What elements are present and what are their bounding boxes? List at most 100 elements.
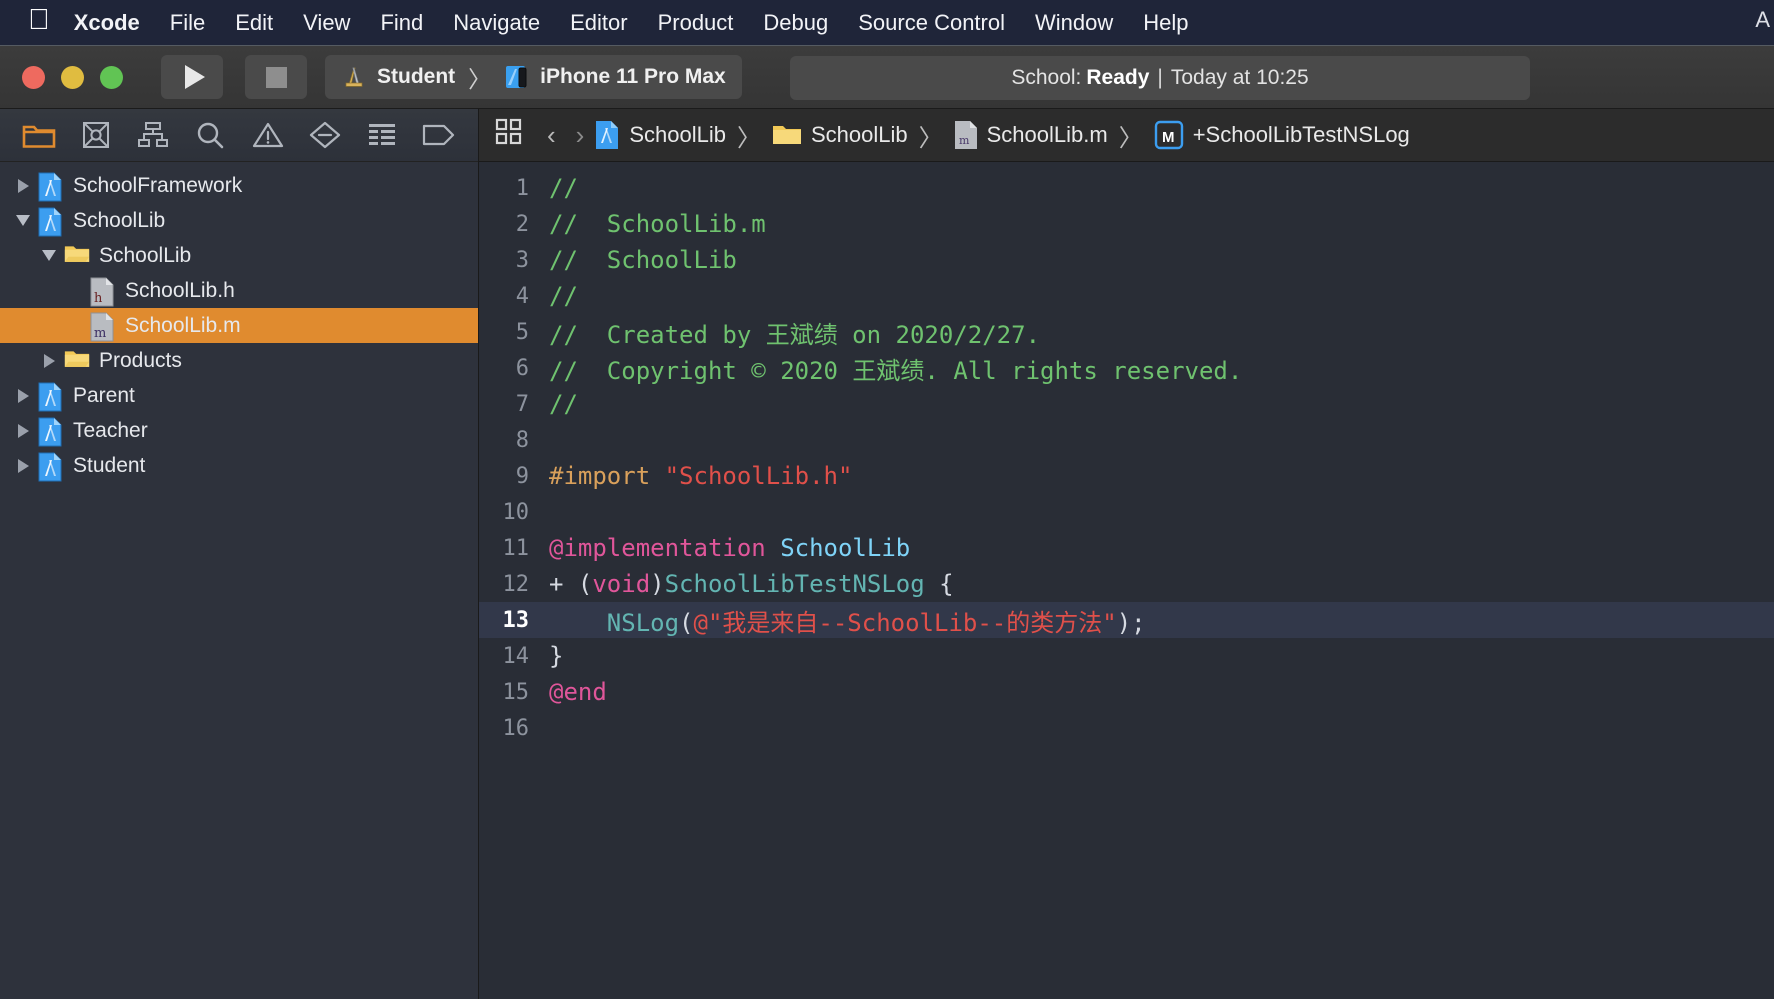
code-token-comment: //	[549, 174, 578, 202]
xcode-scheme-icon	[342, 65, 366, 89]
code-line[interactable]: 2 // SchoolLib.m	[479, 206, 1774, 242]
issue-navigator-tab[interactable]	[248, 117, 288, 153]
code-line[interactable]: 15 @end	[479, 674, 1774, 710]
menu-item-edit[interactable]: Edit	[235, 10, 273, 36]
xcode-project-icon	[38, 417, 64, 446]
breadcrumb-file-label: SchoolLib.m	[986, 122, 1108, 147]
menu-item-view[interactable]: View	[303, 10, 350, 36]
code-line[interactable]: 5 // Created by 王斌绩 on 2020/2/27.	[479, 314, 1774, 350]
breadcrumb-file[interactable]: m SchoolLib.m	[954, 120, 1108, 150]
menu-item-debug[interactable]: Debug	[763, 10, 828, 36]
navigator-pane: SchoolFramework SchoolLib SchoolLib h School…	[0, 109, 479, 999]
destination-label: iPhone 11 Pro Max	[540, 65, 726, 88]
back-button[interactable]: ‹	[547, 120, 556, 151]
source-code-editor[interactable]: 1 // 2 // SchoolLib.m 3 // SchoolLib 4 // 5 // Cr…	[479, 162, 1774, 999]
breadcrumb-separator-2: 〉	[918, 124, 943, 152]
code-line[interactable]: 12 + (void)SchoolLibTestNSLog {	[479, 566, 1774, 602]
debug-navigator-tab[interactable]	[362, 117, 402, 153]
chevron-down-icon[interactable]	[12, 210, 34, 232]
code-line-text: @implementation SchoolLib	[549, 534, 910, 562]
tree-row[interactable]: Parent	[0, 378, 478, 413]
line-number: 10	[502, 499, 530, 525]
menu-item-product[interactable]: Product	[658, 10, 734, 36]
chevron-down-icon[interactable]	[38, 245, 60, 267]
stop-button[interactable]	[245, 55, 307, 99]
tree-row[interactable]: m SchoolLib.m	[0, 308, 478, 343]
menu-item-source-control[interactable]: Source Control	[858, 10, 1005, 36]
tree-row[interactable]: Teacher	[0, 413, 478, 448]
code-line[interactable]: 8	[479, 422, 1774, 458]
code-line-text: // Created by 王斌绩 on 2020/2/27.	[549, 315, 1040, 350]
status-scheme-name: School:	[1011, 66, 1082, 89]
tree-row[interactable]: SchoolFramework	[0, 168, 478, 203]
code-line[interactable]: 16	[479, 710, 1774, 746]
svg-text:M: M	[1162, 129, 1175, 146]
line-number: 1	[515, 175, 529, 201]
find-navigator-tab[interactable]	[190, 117, 230, 153]
scheme-destination-control[interactable]: Student 〉 iPhone 11 Pro Max	[325, 55, 742, 99]
code-line[interactable]: 14}	[479, 638, 1774, 674]
apple-logo-icon[interactable]: 	[28, 5, 50, 35]
code-token-keyword: @end	[549, 678, 607, 706]
code-token-keyword: void	[592, 570, 651, 598]
related-items-icon[interactable]	[495, 118, 523, 152]
test-navigator-tab[interactable]	[305, 117, 345, 153]
xcode-project-icon	[38, 207, 64, 236]
code-line[interactable]: 4 //	[479, 278, 1774, 314]
minimize-button[interactable]	[61, 65, 84, 89]
menubar-status-glyph[interactable]: A	[1755, 7, 1770, 33]
code-line[interactable]: 9 #import "SchoolLib.h"	[479, 458, 1774, 494]
code-line[interactable]: 11 @implementation SchoolLib	[479, 530, 1774, 566]
project-navigator-tab[interactable]	[19, 117, 59, 153]
code-line[interactable]: 1 //	[479, 170, 1774, 206]
forward-button[interactable]: ›	[576, 120, 585, 151]
tree-row-label: Parent	[73, 383, 135, 407]
tree-row[interactable]: SchoolLib	[0, 238, 478, 273]
chevron-right-icon[interactable]	[12, 455, 34, 477]
line-number: 16	[502, 715, 530, 741]
symbol-navigator-tab[interactable]	[133, 117, 173, 153]
breadcrumb-group[interactable]: SchoolLib	[772, 122, 908, 148]
code-token-plain: );	[1116, 608, 1146, 637]
menu-item-help[interactable]: Help	[1143, 10, 1188, 36]
menu-item-editor[interactable]: Editor	[570, 10, 627, 36]
source-control-navigator-tab[interactable]	[76, 117, 116, 153]
breadcrumb-project[interactable]: SchoolLib	[594, 120, 726, 150]
tree-row[interactable]: SchoolLib	[0, 203, 478, 238]
tree-row-label: Teacher	[73, 418, 148, 442]
code-line[interactable]: 13 NSLog(@"我是来自--SchoolLib--的类方法");	[479, 602, 1774, 638]
code-token-fn: SchoolLibTestNSLog	[664, 570, 925, 598]
menu-item-file[interactable]: File	[170, 10, 205, 36]
code-line[interactable]: 7 //	[479, 386, 1774, 422]
chevron-right-icon[interactable]	[12, 420, 34, 442]
folder-icon	[64, 242, 90, 270]
breadcrumb-symbol[interactable]: M +SchoolLibTestNSLog	[1154, 120, 1410, 150]
zoom-button[interactable]	[100, 65, 123, 89]
tree-row[interactable]: h SchoolLib.h	[0, 273, 478, 308]
breakpoint-navigator-tab[interactable]	[419, 117, 459, 153]
run-button[interactable]	[161, 55, 223, 99]
editor-pane: ‹ › SchoolLib 〉 SchoolLib 〉 m SchoolLib.…	[479, 109, 1774, 999]
line-number: 15	[502, 679, 530, 705]
code-line-text: + (void)SchoolLibTestNSLog {	[549, 570, 954, 598]
code-line[interactable]: 10	[479, 494, 1774, 530]
menu-item-navigate[interactable]: Navigate	[453, 10, 540, 36]
line-number: 13	[502, 607, 530, 633]
close-button[interactable]	[22, 65, 45, 89]
chevron-right-icon[interactable]	[12, 175, 34, 197]
tree-row[interactable]: Products	[0, 343, 478, 378]
status-timestamp: Today at 10:25	[1170, 66, 1309, 89]
code-line-text: }	[549, 642, 563, 670]
code-token-comment: //	[549, 390, 578, 418]
xcode-project-icon	[38, 452, 64, 481]
tree-row[interactable]: Student	[0, 448, 478, 483]
menu-item-xcode[interactable]: Xcode	[74, 10, 140, 36]
code-line[interactable]: 6 // Copyright © 2020 王斌绩. All rights res…	[479, 350, 1774, 386]
menu-item-find[interactable]: Find	[380, 10, 423, 36]
diamond-minus-icon	[309, 121, 340, 149]
menu-item-window[interactable]: Window	[1035, 10, 1113, 36]
chevron-right-icon[interactable]	[12, 385, 34, 407]
chevron-right-icon[interactable]	[38, 350, 60, 372]
code-line[interactable]: 3 // SchoolLib	[479, 242, 1774, 278]
code-token-keyword: @implementation	[549, 534, 781, 562]
